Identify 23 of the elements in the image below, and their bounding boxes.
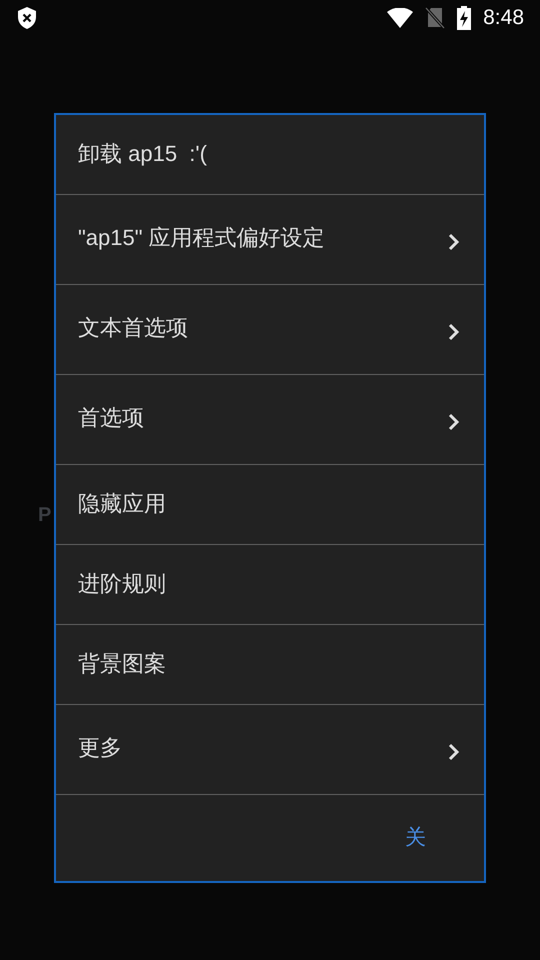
status-time: 8:48	[483, 5, 524, 32]
menu-item-label: 背景图案	[78, 650, 166, 678]
wifi-icon	[387, 8, 414, 28]
menu-item-label: 首选项	[78, 404, 144, 432]
menu-item-label: 文本首选项	[78, 314, 188, 342]
menu-item-label: 隐藏应用	[78, 490, 166, 518]
menu-item[interactable]: 更多	[56, 705, 484, 795]
menu-item[interactable]: 背景图案	[56, 625, 484, 705]
shield-x-icon	[16, 6, 38, 30]
menu-item[interactable]: "ap15" 应用程式偏好设定	[56, 195, 484, 285]
no-sim-icon	[425, 7, 446, 29]
close-button[interactable]: 关	[397, 814, 434, 862]
menu-item[interactable]: 首选项	[56, 375, 484, 465]
background-text: P	[38, 503, 52, 528]
menu-item[interactable]: 卸载 ap15 :'(	[56, 115, 484, 195]
menu-item-label: "ap15" 应用程式偏好设定	[78, 224, 325, 252]
menu-item-label: 更多	[78, 734, 122, 762]
menu-item[interactable]: 文本首选项	[56, 285, 484, 375]
menu-item[interactable]: 隐藏应用	[56, 465, 484, 545]
menu-item[interactable]: 进阶规则	[56, 545, 484, 625]
menu-item-label: 卸载 ap15 :'(	[78, 140, 207, 168]
menu-item-label: 进阶规则	[78, 570, 166, 598]
battery-charging-icon	[457, 6, 472, 30]
